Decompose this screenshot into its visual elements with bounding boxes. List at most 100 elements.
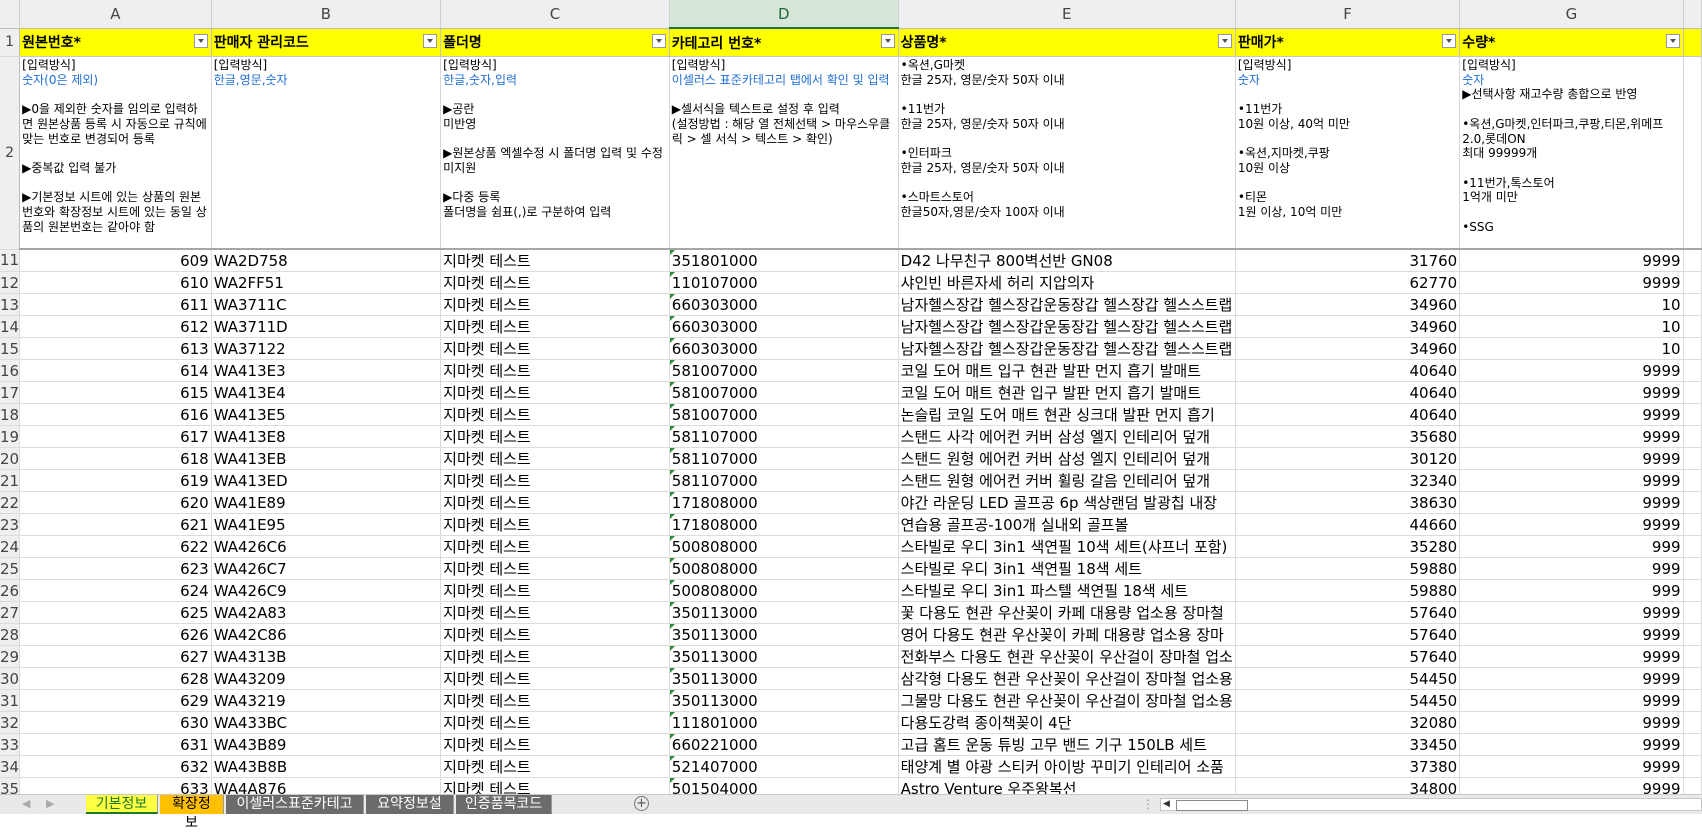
row-number[interactable]: 18 <box>0 403 21 426</box>
field-header-cell[interactable]: 판매가* <box>1235 28 1461 57</box>
quantity-cell[interactable]: 9999 <box>1459 491 1684 514</box>
sheet-tab[interactable]: 이셀러스표준카테고리 <box>226 795 364 831</box>
category-number-cell[interactable]: 350113000 <box>669 645 899 668</box>
original-number-cell[interactable]: 617 <box>19 425 212 448</box>
overflow-cell[interactable] <box>1683 381 1702 404</box>
original-number-cell[interactable]: 630 <box>19 711 212 734</box>
row-number[interactable]: 30 <box>0 667 21 690</box>
original-number-cell[interactable]: 622 <box>19 535 212 558</box>
filter-dropdown-icon[interactable] <box>651 33 666 48</box>
row-number[interactable]: 33 <box>0 733 21 756</box>
category-number-cell[interactable]: 521407000 <box>669 755 899 778</box>
folder-name-cell[interactable]: 지마켓 테스트 <box>440 711 670 734</box>
seller-code-cell[interactable]: WA3711D <box>211 315 442 338</box>
original-number-cell[interactable]: 611 <box>19 293 212 316</box>
folder-name-cell[interactable]: 지마켓 테스트 <box>440 271 670 294</box>
quantity-cell[interactable]: 10 <box>1459 315 1684 338</box>
price-cell[interactable]: 62770 <box>1235 271 1461 294</box>
price-cell[interactable]: 57640 <box>1235 601 1461 624</box>
product-name-cell[interactable]: 야간 라운딩 LED 골프공 6p 색상랜덤 발광칩 내장 <box>898 491 1236 514</box>
row-number[interactable]: 14 <box>0 315 21 338</box>
product-name-cell[interactable]: 스탠드 원형 에어컨 커버 삼성 엘지 인테리어 덮개 <box>898 447 1236 470</box>
seller-code-cell[interactable]: WA43219 <box>211 689 442 712</box>
product-name-cell[interactable]: 코일 도어 매트 현관 입구 발판 먼지 흡기 발매트 <box>898 381 1236 404</box>
quantity-cell[interactable]: 999 <box>1459 535 1684 558</box>
seller-code-cell[interactable]: WA4313B <box>211 645 442 668</box>
scrollbar-thumb[interactable] <box>1176 800 1248 811</box>
quantity-cell[interactable]: 9999 <box>1459 425 1684 448</box>
field-header-cell[interactable]: 카테고리 번호* <box>669 28 899 57</box>
seller-code-cell[interactable]: WA3711C <box>211 293 442 316</box>
row-number[interactable]: 27 <box>0 601 21 624</box>
category-number-cell[interactable]: 351801000 <box>669 249 899 272</box>
folder-name-cell[interactable]: 지마켓 테스트 <box>440 777 670 794</box>
price-cell[interactable]: 44660 <box>1235 513 1461 536</box>
seller-code-cell[interactable]: WA41E95 <box>211 513 442 536</box>
original-number-cell[interactable]: 613 <box>19 337 212 360</box>
sheet-tab[interactable]: 요약정보설명 <box>366 795 454 831</box>
column-header-f[interactable]: F <box>1235 0 1461 29</box>
folder-name-cell[interactable]: 지마켓 테스트 <box>440 425 670 448</box>
quantity-cell[interactable]: 999 <box>1459 579 1684 602</box>
folder-name-cell[interactable]: 지마켓 테스트 <box>440 359 670 382</box>
overflow-cell[interactable] <box>1683 535 1702 558</box>
product-name-cell[interactable]: 전화부스 다용도 현관 우산꽂이 우산걸이 장마철 업소 <box>898 645 1236 668</box>
category-number-cell[interactable]: 110107000 <box>669 271 899 294</box>
quantity-cell[interactable]: 9999 <box>1459 359 1684 382</box>
overflow-cell[interactable] <box>1683 557 1702 580</box>
product-name-cell[interactable]: D42 나무친구 800벽선반 GN08 <box>898 249 1236 272</box>
row-number[interactable]: 19 <box>0 425 21 448</box>
row-number[interactable]: 23 <box>0 513 21 536</box>
overflow-cell[interactable] <box>1683 315 1702 338</box>
filter-dropdown-icon[interactable] <box>1217 33 1232 48</box>
field-header-cell[interactable]: 상품명* <box>898 28 1236 57</box>
filter-dropdown-icon[interactable] <box>1665 33 1680 48</box>
product-name-cell[interactable]: 논슬립 코일 도어 매트 현관 싱크대 발판 먼지 흡기 <box>898 403 1236 426</box>
field-header-cell[interactable]: 원본번호* <box>19 28 212 57</box>
folder-name-cell[interactable]: 지마켓 테스트 <box>440 249 670 272</box>
category-number-cell[interactable]: 350113000 <box>669 601 899 624</box>
row-number[interactable]: 21 <box>0 469 21 492</box>
row-number[interactable]: 11 <box>0 249 21 272</box>
quantity-cell[interactable]: 9999 <box>1459 601 1684 624</box>
category-number-cell[interactable]: 581107000 <box>669 447 899 470</box>
category-number-cell[interactable]: 581107000 <box>669 425 899 448</box>
seller-code-cell[interactable]: WA413E3 <box>211 359 442 382</box>
field-header-cell[interactable]: 폴더명 <box>440 28 670 57</box>
folder-name-cell[interactable]: 지마켓 테스트 <box>440 293 670 316</box>
filter-dropdown-icon[interactable] <box>1442 33 1457 48</box>
seller-code-cell[interactable]: WA42C86 <box>211 623 442 646</box>
original-number-cell[interactable]: 627 <box>19 645 212 668</box>
folder-name-cell[interactable]: 지마켓 테스트 <box>440 667 670 690</box>
price-cell[interactable]: 57640 <box>1235 645 1461 668</box>
overflow-cell[interactable] <box>1683 359 1702 382</box>
quantity-cell[interactable]: 9999 <box>1459 513 1684 536</box>
seller-code-cell[interactable]: WA413E4 <box>211 381 442 404</box>
row-number[interactable]: 31 <box>0 689 21 712</box>
price-cell[interactable]: 54450 <box>1235 667 1461 690</box>
seller-code-cell[interactable]: WA413E8 <box>211 425 442 448</box>
original-number-cell[interactable]: 633 <box>19 777 212 794</box>
price-cell[interactable]: 30120 <box>1235 447 1461 470</box>
filter-dropdown-icon[interactable] <box>880 34 895 48</box>
original-number-cell[interactable]: 609 <box>19 249 212 272</box>
seller-code-cell[interactable]: WA426C7 <box>211 557 442 580</box>
column-header-e[interactable]: E <box>898 0 1236 29</box>
overflow-cell[interactable] <box>1683 689 1702 712</box>
category-number-cell[interactable]: 581007000 <box>669 403 899 426</box>
product-name-cell[interactable]: 스타빌로 우디 3in1 색연필 18색 세트 <box>898 557 1236 580</box>
price-cell[interactable]: 40640 <box>1235 403 1461 426</box>
seller-code-cell[interactable]: WA4A876 <box>211 777 442 794</box>
product-name-cell[interactable]: 코일 도어 매트 입구 현관 발판 먼지 흡기 발매트 <box>898 359 1236 382</box>
folder-name-cell[interactable]: 지마켓 테스트 <box>440 689 670 712</box>
row-number[interactable]: 16 <box>0 359 21 382</box>
quantity-cell[interactable]: 9999 <box>1459 667 1684 690</box>
filter-dropdown-icon[interactable] <box>423 33 438 48</box>
product-name-cell[interactable]: 고급 홈트 운동 튜빙 고무 밴드 기구 150LB 세트 <box>898 733 1236 756</box>
row-number[interactable]: 34 <box>0 755 21 778</box>
row-number[interactable]: 28 <box>0 623 21 646</box>
overflow-cell[interactable] <box>1683 469 1702 492</box>
original-number-cell[interactable]: 626 <box>19 623 212 646</box>
seller-code-cell[interactable]: WA413E5 <box>211 403 442 426</box>
price-cell[interactable]: 31760 <box>1235 249 1461 272</box>
